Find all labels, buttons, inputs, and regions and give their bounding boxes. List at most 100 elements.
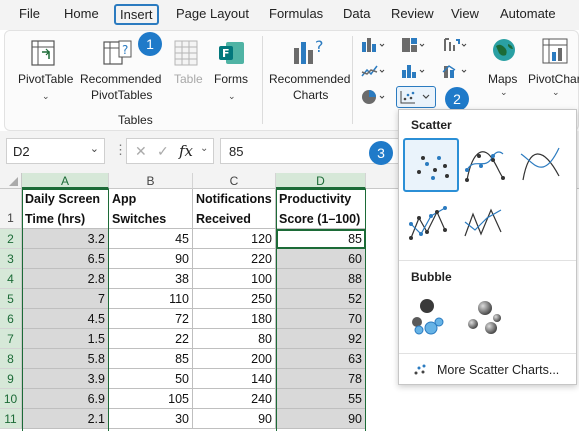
table-cell[interactable]: 90	[193, 409, 276, 429]
row-header-1[interactable]: 1	[0, 189, 22, 229]
bubble-chart-option[interactable]	[405, 294, 451, 340]
forms-icon[interactable]: F	[216, 38, 246, 68]
name-box[interactable]: D2 ⌄	[6, 138, 105, 164]
scatter-chart-option[interactable]	[403, 138, 459, 192]
forms-label[interactable]: Forms	[214, 71, 248, 87]
menu-view[interactable]: View	[451, 6, 479, 21]
pivottable-label[interactable]: PivotTable	[18, 71, 73, 87]
table-cell[interactable]: 100	[193, 269, 276, 289]
table-cell[interactable]: 72	[109, 309, 193, 329]
row-header[interactable]: 10	[0, 389, 22, 409]
table-cell[interactable]: 45	[109, 229, 193, 249]
table-cell[interactable]: 30	[109, 409, 193, 429]
insert-function-icon[interactable]: fx	[179, 142, 193, 160]
row-header[interactable]: 9	[0, 369, 22, 389]
column-header-b[interactable]: B	[109, 173, 193, 189]
enter-icon[interactable]: ✓	[157, 143, 169, 160]
column-header-d[interactable]: D	[276, 173, 366, 189]
header-cell-c[interactable]: Notifications Received	[193, 189, 276, 229]
3d-bubble-chart-option[interactable]	[461, 294, 507, 340]
table-cell[interactable]: 6.5	[22, 249, 109, 269]
table-cell[interactable]: 38	[109, 269, 193, 289]
menu-file[interactable]: File	[19, 6, 40, 21]
recommended-pivottables-label-2[interactable]: PivotTables	[91, 87, 152, 103]
chevron-down-icon[interactable]: ⌄	[200, 143, 208, 154]
header-cell-b[interactable]: App Switches per	[109, 189, 193, 229]
maps-label[interactable]: Maps	[488, 71, 517, 87]
table-cell[interactable]: 240	[193, 389, 276, 409]
maps-icon[interactable]	[490, 36, 518, 66]
table-cell[interactable]: 92	[276, 329, 366, 349]
active-cell[interactable]: 85	[276, 229, 366, 249]
pivottable-icon[interactable]	[28, 38, 58, 68]
table-cell[interactable]: 2.1	[22, 409, 109, 429]
header-cell-d[interactable]: Productivity Score (1–100)	[276, 189, 366, 229]
column-header-a[interactable]: A	[22, 173, 109, 189]
scatter-straight-lines-markers-option[interactable]	[405, 200, 451, 246]
row-header[interactable]: 2	[0, 229, 22, 249]
table-icon[interactable]	[172, 38, 200, 68]
row-header[interactable]: 8	[0, 349, 22, 369]
table-cell[interactable]: 90	[276, 409, 366, 429]
cancel-icon[interactable]: ✕	[135, 143, 147, 160]
table-cell[interactable]: 110	[109, 289, 193, 309]
recommended-pivottables-label-1[interactable]: Recommended	[80, 71, 161, 87]
chevron-down-icon[interactable]: ⌄	[500, 87, 508, 98]
pivotchart-icon[interactable]	[540, 36, 570, 66]
table-cell[interactable]: 180	[193, 309, 276, 329]
statistic-chart-icon[interactable]	[400, 62, 426, 80]
table-cell[interactable]: 78	[276, 369, 366, 389]
table-cell[interactable]: 60	[276, 249, 366, 269]
chevron-down-icon[interactable]: ⌄	[228, 91, 236, 102]
table-cell[interactable]: 5.8	[22, 349, 109, 369]
scatter-smooth-lines-option[interactable]	[517, 142, 563, 188]
line-chart-icon[interactable]	[360, 62, 386, 80]
row-header[interactable]: 6	[0, 309, 22, 329]
table-cell[interactable]: 52	[276, 289, 366, 309]
recommended-pivottables-icon[interactable]: ?	[100, 38, 134, 68]
table-cell[interactable]: 7	[22, 289, 109, 309]
table-cell[interactable]: 250	[193, 289, 276, 309]
table-cell[interactable]: 80	[193, 329, 276, 349]
chevron-down-icon[interactable]: ⌄	[90, 142, 99, 155]
table-cell[interactable]: 55	[276, 389, 366, 409]
column-header-c[interactable]: C	[193, 173, 276, 189]
table-cell[interactable]: 3.9	[22, 369, 109, 389]
row-header[interactable]: 4	[0, 269, 22, 289]
table-cell[interactable]: 63	[276, 349, 366, 369]
table-cell[interactable]: 140	[193, 369, 276, 389]
recommended-charts-icon[interactable]: ?	[290, 36, 326, 68]
table-cell[interactable]: 1.5	[22, 329, 109, 349]
header-cell-a[interactable]: Daily Screen Time (hrs)	[22, 189, 109, 229]
scatter-straight-lines-option[interactable]	[461, 200, 507, 246]
table-cell[interactable]: 4.5	[22, 309, 109, 329]
column-chart-icon[interactable]	[360, 36, 386, 54]
recommended-charts-label-1[interactable]: Recommended	[269, 71, 350, 87]
select-all-corner[interactable]	[0, 173, 22, 189]
table-cell[interactable]: 90	[109, 249, 193, 269]
combo-chart-icon[interactable]	[442, 62, 468, 80]
table-cell[interactable]: 88	[276, 269, 366, 289]
waterfall-chart-icon[interactable]	[442, 36, 468, 54]
table-cell[interactable]: 85	[109, 349, 193, 369]
pie-chart-icon[interactable]	[360, 88, 386, 106]
recommended-charts-label-2[interactable]: Charts	[293, 87, 328, 103]
menu-review[interactable]: Review	[391, 6, 434, 21]
menu-formulas[interactable]: Formulas	[269, 6, 323, 21]
table-cell[interactable]: 200	[193, 349, 276, 369]
table-cell[interactable]: 2.8	[22, 269, 109, 289]
row-header[interactable]: 11	[0, 409, 22, 429]
table-label[interactable]: Table	[174, 71, 203, 87]
menu-insert[interactable]: Insert	[114, 4, 159, 25]
chevron-down-icon[interactable]: ⌄	[42, 91, 50, 102]
table-cell[interactable]: 3.2	[22, 229, 109, 249]
table-cell[interactable]: 6.9	[22, 389, 109, 409]
scatter-smooth-lines-markers-option[interactable]	[461, 142, 507, 188]
row-header[interactable]: 7	[0, 329, 22, 349]
hierarchy-chart-icon[interactable]	[400, 36, 426, 54]
menu-data[interactable]: Data	[343, 6, 370, 21]
table-cell[interactable]: 220	[193, 249, 276, 269]
row-header[interactable]: 5	[0, 289, 22, 309]
table-cell[interactable]: 120	[193, 229, 276, 249]
row-header[interactable]: 3	[0, 249, 22, 269]
